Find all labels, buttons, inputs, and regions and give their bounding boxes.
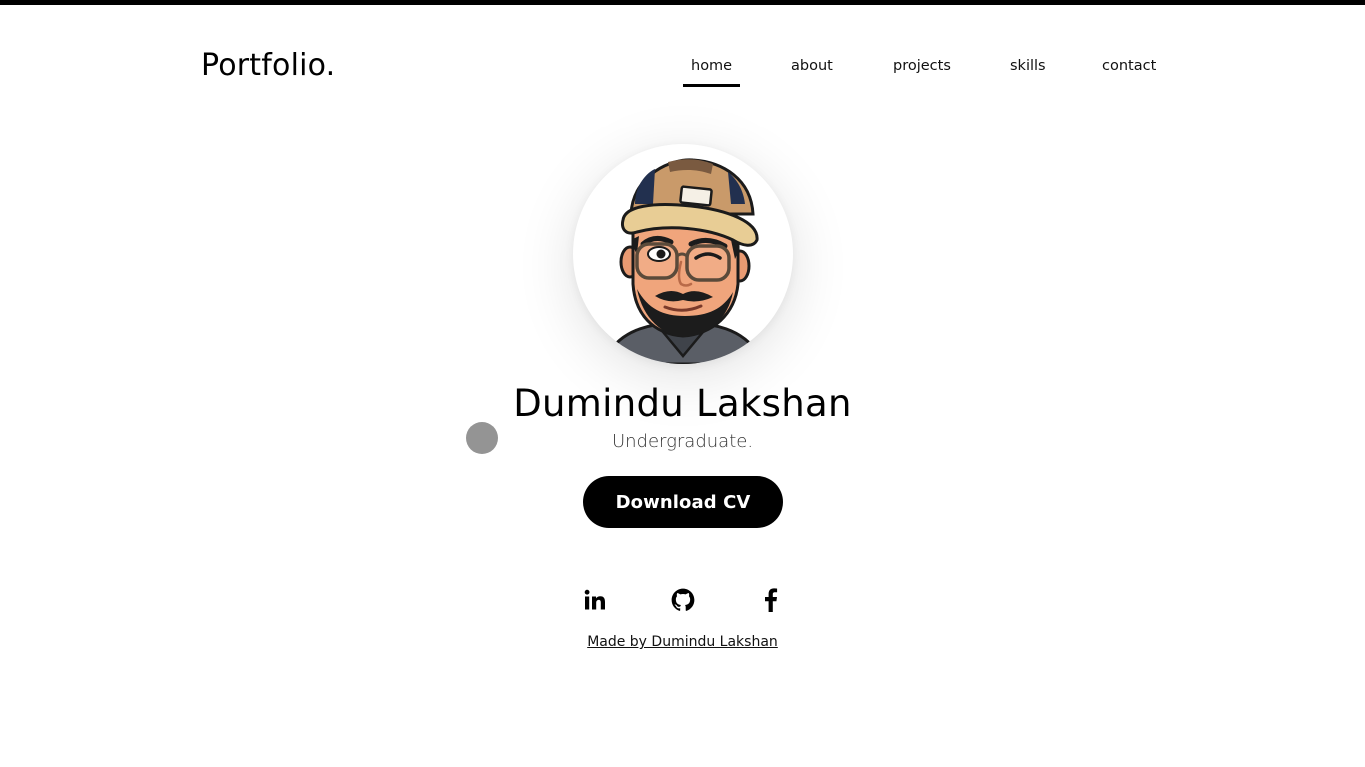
profile-name: Dumindu Lakshan: [513, 382, 852, 425]
main-nav: home about projects skills contact: [0, 54, 1365, 88]
custom-cursor: [466, 422, 498, 454]
github-icon: [671, 588, 695, 611]
facebook-link[interactable]: [757, 586, 785, 614]
avatar-illustration-icon: [606, 158, 760, 364]
nav-item-projects[interactable]: projects: [893, 54, 951, 78]
nav-item-contact[interactable]: contact: [1102, 54, 1156, 78]
github-link[interactable]: [669, 586, 697, 614]
linkedin-link[interactable]: [581, 586, 609, 614]
nav-item-about[interactable]: about: [791, 54, 833, 78]
top-border-bar: [0, 0, 1365, 5]
download-cv-button[interactable]: Download CV: [583, 476, 783, 528]
nav-item-home[interactable]: home: [682, 54, 741, 87]
credit-link[interactable]: Made by Dumindu Lakshan: [587, 634, 778, 650]
footer-credit: Made by Dumindu Lakshan: [0, 633, 1365, 651]
profile-subtitle: Undergraduate.: [611, 431, 754, 452]
linkedin-icon: [584, 589, 605, 610]
facebook-icon: [765, 588, 778, 612]
profile-avatar: [573, 144, 793, 364]
nav-item-skills[interactable]: skills: [1010, 54, 1046, 78]
